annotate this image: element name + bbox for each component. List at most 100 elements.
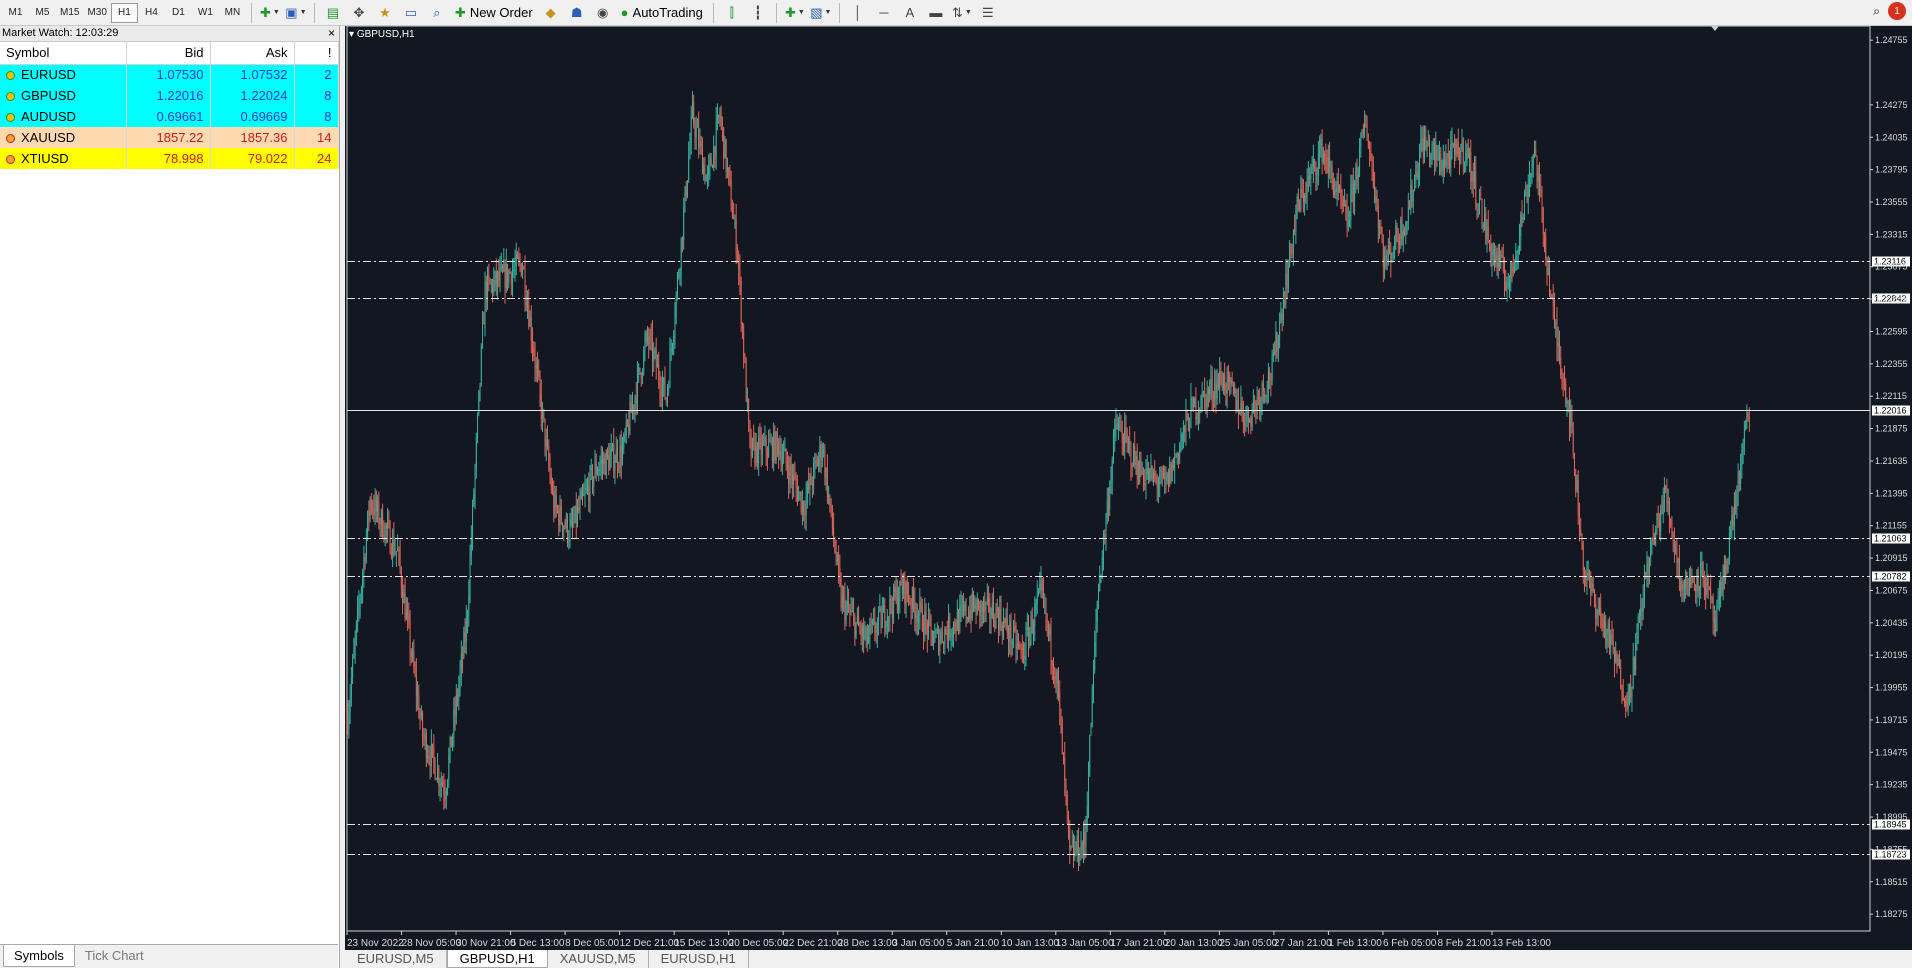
candle-body xyxy=(1555,322,1557,324)
candle-body xyxy=(558,510,560,526)
candle-body xyxy=(510,272,512,285)
candle-body xyxy=(900,581,902,586)
label-tool-button[interactable]: ▬ xyxy=(924,2,948,24)
candle-body xyxy=(582,492,583,496)
chart-tab-eurusd-m5[interactable]: EURUSD,M5 xyxy=(345,950,447,968)
candle-body xyxy=(672,344,673,349)
candle-body xyxy=(440,782,442,786)
templates-button[interactable]: ▧ ▼ xyxy=(809,2,833,24)
timeframe-mn[interactable]: MN xyxy=(219,3,246,23)
terminal-button[interactable]: ▭ xyxy=(399,2,423,24)
candle-body xyxy=(736,254,738,258)
metaeditor-button[interactable]: ◆ xyxy=(539,2,563,24)
notification-badge[interactable]: 1 xyxy=(1888,2,1906,20)
candle-body xyxy=(648,336,650,345)
candle-body xyxy=(958,611,959,632)
bar-chart-button[interactable]: ⫿ xyxy=(720,2,744,24)
timeframe-h4[interactable]: H4 xyxy=(138,3,165,23)
candle-body xyxy=(1211,379,1213,398)
candle-body xyxy=(1221,381,1223,389)
candle-body xyxy=(675,293,677,318)
timeframe-h1[interactable]: H1 xyxy=(110,2,138,23)
candle-body xyxy=(1594,590,1595,604)
crosshair-button[interactable]: ✥ xyxy=(347,2,371,24)
chart-tab-eurusd-h1[interactable]: EURUSD,H1 xyxy=(649,950,749,968)
price-up-icon xyxy=(6,92,15,101)
timeframe-m30[interactable]: M30 xyxy=(83,3,110,23)
candle-body xyxy=(1195,398,1197,419)
candle-body xyxy=(1142,473,1144,484)
text-tool-button[interactable]: A xyxy=(898,2,922,24)
market-watch-row-eurusd[interactable]: EURUSD 1.07530 1.07532 2 xyxy=(0,64,339,85)
candle-body xyxy=(898,601,900,611)
new-chart-button[interactable]: ✚ ▼ xyxy=(258,2,282,24)
market-watch-row-audusd[interactable]: AUDUSD 0.69661 0.69669 8 xyxy=(0,106,339,127)
tester-button[interactable]: ⌕ xyxy=(425,2,449,24)
column-ask[interactable]: Ask xyxy=(210,42,295,65)
candle-body xyxy=(534,356,536,368)
candle-body xyxy=(590,468,592,470)
tab-symbols[interactable]: Symbols xyxy=(3,945,75,967)
search-icon[interactable]: ⌕ xyxy=(1873,4,1880,19)
timeframe-w1[interactable]: W1 xyxy=(192,3,219,23)
candle-body xyxy=(1648,557,1650,574)
timeframe-m5[interactable]: M5 xyxy=(29,3,56,23)
candle-body xyxy=(398,549,400,551)
market-watch-row-gbpusd[interactable]: GBPUSD 1.22016 1.22024 8 xyxy=(0,85,339,106)
candle-body xyxy=(1145,474,1147,486)
signals-button[interactable]: ◉ xyxy=(591,2,615,24)
experts-button[interactable]: ☗ xyxy=(565,2,589,24)
candle-body xyxy=(1061,723,1063,755)
column-symbol[interactable]: Symbol xyxy=(0,42,127,65)
autotrading-button[interactable]: ● AutoTrading xyxy=(617,2,707,24)
candle-body xyxy=(818,457,820,467)
candle-body xyxy=(575,506,577,524)
candle-body xyxy=(1202,391,1204,393)
candle-body xyxy=(673,334,675,345)
candle-body xyxy=(771,440,773,462)
market-watch-header: Symbol Bid Ask ! xyxy=(0,42,339,65)
timeframe-m15[interactable]: M15 xyxy=(56,3,83,23)
chart-background xyxy=(345,26,1912,950)
market-watch-row-xtiusd[interactable]: XTIUSD 78.998 79.022 24 xyxy=(0,148,339,169)
symbol-name: EURUSD xyxy=(21,67,76,83)
chart-tab-xauusd-m5[interactable]: XAUUSD,M5 xyxy=(548,950,649,968)
candle-body xyxy=(1120,425,1122,432)
column-spread[interactable]: ! xyxy=(294,42,339,65)
candle-chart-button[interactable]: ┇ xyxy=(746,2,770,24)
candle-body xyxy=(1662,500,1664,515)
market-watch-row-xauusd[interactable]: XAUUSD 1857.22 1857.36 14 xyxy=(0,127,339,148)
indicators-button[interactable]: ✚ ▼ xyxy=(783,2,807,24)
profiles-button[interactable]: ▣ ▼ xyxy=(284,2,308,24)
navigator-button[interactable]: ★ xyxy=(373,2,397,24)
candle-body xyxy=(1121,431,1123,443)
ask-cell: 0.69669 xyxy=(210,106,295,127)
chart-window[interactable]: 1.23116 1.22842 1.22016 1.21063 1.20782 1.189… xyxy=(345,26,1912,950)
candle-body xyxy=(993,602,994,622)
market-watch-toggle-button[interactable]: ▤ xyxy=(321,2,345,24)
timeframe-d1[interactable]: D1 xyxy=(165,3,192,23)
vertical-line-button[interactable]: │ xyxy=(846,2,870,24)
chart-tab-gbpusd-h1[interactable]: GBPUSD,H1 xyxy=(446,950,548,968)
price-down-icon xyxy=(6,155,15,164)
symbol-name: AUDUSD xyxy=(21,109,76,124)
close-icon[interactable]: × xyxy=(328,26,335,41)
candle-body xyxy=(1144,483,1146,486)
candle-body xyxy=(1226,372,1228,394)
candle-body xyxy=(864,634,866,639)
column-bid[interactable]: Bid xyxy=(126,42,211,65)
timeframe-m1[interactable]: M1 xyxy=(2,3,29,23)
new-order-button[interactable]: ✚ New Order xyxy=(451,2,537,24)
candle-body xyxy=(1441,169,1443,172)
toolbar-more-button[interactable]: ☰ xyxy=(976,2,1000,24)
candle-body xyxy=(859,626,861,630)
candle-body xyxy=(379,523,381,525)
tab-tick-chart[interactable]: Tick Chart xyxy=(75,945,154,967)
candle-body xyxy=(824,450,826,478)
candle-body xyxy=(1486,225,1488,240)
candle-body xyxy=(1545,236,1547,258)
candle-body xyxy=(1742,442,1744,449)
horizontal-line-button[interactable]: ─ xyxy=(872,2,896,24)
price-chart[interactable]: 1.231161.228421.220161.210631.207821.189… xyxy=(345,26,1912,950)
arrows-tool-button[interactable]: ⇅ ▼ xyxy=(950,2,974,24)
